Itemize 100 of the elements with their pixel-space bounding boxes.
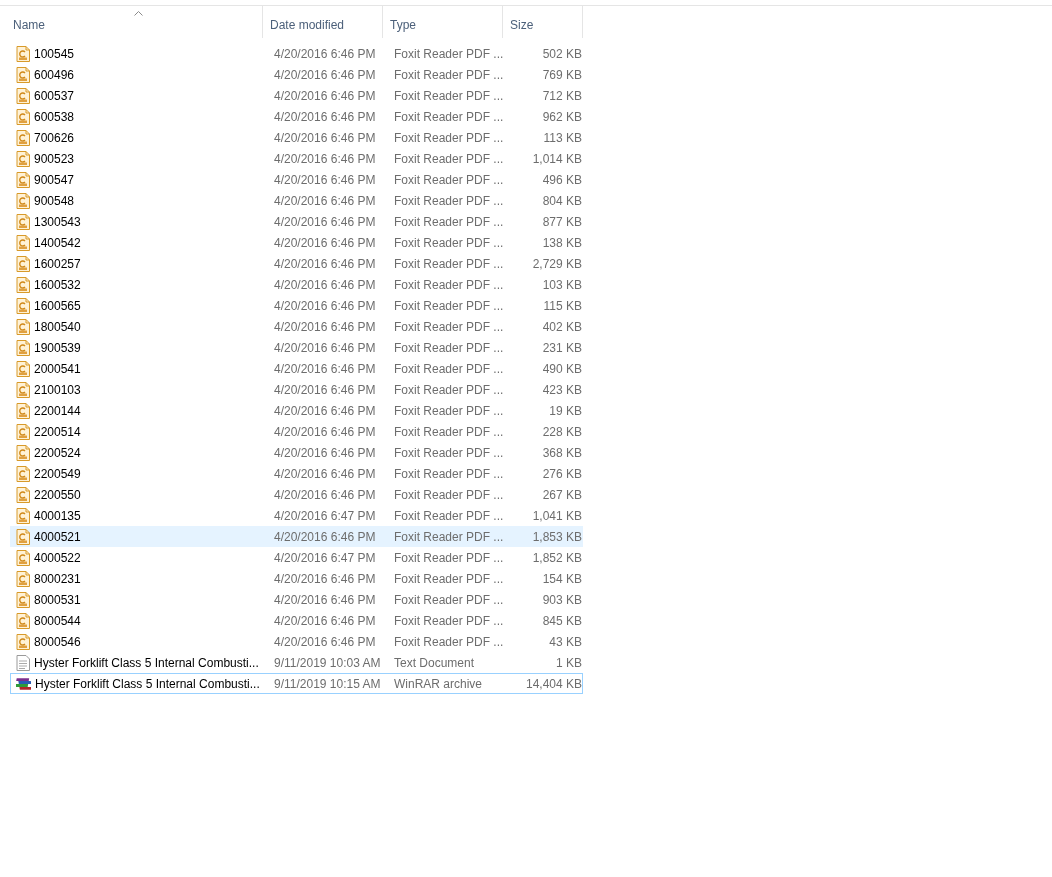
file-type: Foxit Reader PDF ... [393, 172, 505, 187]
file-type: Text Document [393, 655, 476, 670]
file-row[interactable]: 2100103 4/20/2016 6:46 PM Foxit Reader PDF ... 423 KB [10, 379, 583, 400]
file-type: Foxit Reader PDF ... [393, 256, 505, 271]
file-type: Foxit Reader PDF ... [393, 466, 505, 481]
column-header[interactable]: Name [6, 6, 263, 38]
pdf-file-icon [16, 465, 30, 482]
pdf-file-icon [16, 507, 30, 524]
file-name: 1600532 [34, 277, 81, 292]
file-row[interactable]: 600496 4/20/2016 6:46 PM Foxit Reader PDF ... 769 KB [10, 64, 583, 85]
pdf-file-icon [16, 402, 30, 419]
file-row[interactable]: 2200144 4/20/2016 6:46 PM Foxit Reader PDF ... 19 KB [10, 400, 583, 421]
date-modified: 4/20/2016 6:46 PM [273, 403, 377, 418]
file-size: 1 KB [555, 655, 582, 670]
file-row[interactable]: 4000135 4/20/2016 6:47 PM Foxit Reader PDF ... 1,041 KB [10, 505, 583, 526]
file-size: 19 KB [548, 403, 582, 418]
file-row[interactable]: 4000521 4/20/2016 6:46 PM Foxit Reader PDF ... 1,853 KB [10, 526, 583, 547]
file-name: 700626 [34, 130, 75, 145]
file-row[interactable]: 700626 4/20/2016 6:46 PM Foxit Reader PDF ... 113 KB [10, 127, 583, 148]
file-size: 769 KB [541, 67, 582, 82]
file-name: Hyster Forklift Class 5 Internal Combusti... [34, 655, 259, 670]
date-modified: 4/20/2016 6:46 PM [273, 172, 377, 187]
date-modified: 4/20/2016 6:46 PM [273, 445, 377, 460]
date-modified: 4/20/2016 6:46 PM [273, 613, 377, 628]
pdf-file-icon [16, 45, 30, 62]
file-row[interactable]: Hyster Forklift Class 5 Internal Combusti... 9/11/2019 10:15 AM WinRAR archive 14,404 KB [10, 673, 583, 694]
file-row[interactable]: 2200549 4/20/2016 6:46 PM Foxit Reader PDF ... 276 KB [10, 463, 583, 484]
column-header[interactable]: Date modified [263, 6, 383, 38]
file-type: Foxit Reader PDF ... [393, 487, 505, 502]
file-name: 1600565 [34, 298, 81, 313]
file-name: 8000546 [34, 634, 81, 649]
file-name: 8000231 [34, 571, 81, 586]
file-row[interactable]: 900523 4/20/2016 6:46 PM Foxit Reader PDF ... 1,014 KB [10, 148, 583, 169]
file-name: 2100103 [34, 382, 81, 397]
pdf-file-icon [16, 171, 30, 188]
file-row[interactable]: 4000522 4/20/2016 6:47 PM Foxit Reader PDF ... 1,852 KB [10, 547, 583, 568]
file-row[interactable]: 1900539 4/20/2016 6:46 PM Foxit Reader PDF ... 231 KB [10, 337, 583, 358]
date-modified: 4/20/2016 6:46 PM [273, 319, 377, 334]
file-row[interactable]: 2200550 4/20/2016 6:46 PM Foxit Reader PDF ... 267 KB [10, 484, 583, 505]
file-row[interactable]: 2200514 4/20/2016 6:46 PM Foxit Reader PDF ... 228 KB [10, 421, 583, 442]
pdf-file-icon [16, 66, 30, 83]
file-size: 423 KB [541, 382, 582, 397]
file-size: 962 KB [541, 109, 582, 124]
file-name: 1800540 [34, 319, 81, 334]
pdf-file-icon [16, 87, 30, 104]
file-type: Foxit Reader PDF ... [393, 88, 505, 103]
file-row[interactable]: 600538 4/20/2016 6:46 PM Foxit Reader PDF ... 962 KB [10, 106, 583, 127]
pdf-file-icon [16, 129, 30, 146]
file-size: 115 KB [542, 298, 582, 313]
file-row[interactable]: 1600532 4/20/2016 6:46 PM Foxit Reader PDF ... 103 KB [10, 274, 583, 295]
file-row[interactable]: 8000544 4/20/2016 6:46 PM Foxit Reader PDF ... 845 KB [10, 610, 583, 631]
pdf-file-icon [16, 381, 30, 398]
file-size: 712 KB [541, 88, 582, 103]
file-row[interactable]: Hyster Forklift Class 5 Internal Combusti... 9/11/2019 10:03 AM Text Document 1 KB [10, 652, 583, 673]
date-modified: 4/20/2016 6:46 PM [273, 487, 377, 502]
date-modified: 4/20/2016 6:46 PM [273, 466, 377, 481]
file-row[interactable]: 2000541 4/20/2016 6:46 PM Foxit Reader PDF ... 490 KB [10, 358, 583, 379]
date-modified: 4/20/2016 6:46 PM [273, 277, 377, 292]
file-size: 402 KB [541, 319, 582, 334]
file-size: 1,852 KB [531, 550, 582, 565]
file-row[interactable]: 900548 4/20/2016 6:46 PM Foxit Reader PDF ... 804 KB [10, 190, 583, 211]
file-type: Foxit Reader PDF ... [393, 214, 505, 229]
file-type: Foxit Reader PDF ... [393, 361, 505, 376]
file-type: Foxit Reader PDF ... [393, 445, 505, 460]
file-name: 2200524 [34, 445, 81, 460]
pdf-file-icon [16, 549, 30, 566]
pdf-file-icon [16, 234, 30, 251]
file-size: 267 KB [541, 487, 582, 502]
file-row[interactable]: 8000546 4/20/2016 6:46 PM Foxit Reader PDF ... 43 KB [10, 631, 583, 652]
file-type: Foxit Reader PDF ... [393, 277, 505, 292]
file-row[interactable]: 1800540 4/20/2016 6:46 PM Foxit Reader PDF ... 402 KB [10, 316, 583, 337]
date-modified: 4/20/2016 6:46 PM [273, 571, 377, 586]
file-row[interactable]: 8000531 4/20/2016 6:46 PM Foxit Reader PDF ... 903 KB [10, 589, 583, 610]
column-header[interactable]: Type [383, 6, 503, 38]
file-size: 276 KB [541, 466, 582, 481]
file-type: Foxit Reader PDF ... [393, 382, 505, 397]
file-type: Foxit Reader PDF ... [393, 424, 505, 439]
file-row[interactable]: 2200524 4/20/2016 6:46 PM Foxit Reader PDF ... 368 KB [10, 442, 583, 463]
file-row[interactable]: 8000231 4/20/2016 6:46 PM Foxit Reader PDF ... 154 KB [10, 568, 583, 589]
date-modified: 9/11/2019 10:03 AM [273, 655, 382, 670]
file-row[interactable]: 1300543 4/20/2016 6:46 PM Foxit Reader PDF ... 877 KB [10, 211, 583, 232]
file-row[interactable]: 1400542 4/20/2016 6:46 PM Foxit Reader PDF ... 138 KB [10, 232, 583, 253]
file-name: 100545 [34, 46, 75, 61]
date-modified: 4/20/2016 6:46 PM [273, 67, 377, 82]
file-name: 900523 [34, 151, 75, 166]
column-header[interactable]: Size [503, 6, 583, 38]
file-row[interactable]: 1600257 4/20/2016 6:46 PM Foxit Reader PDF ... 2,729 KB [10, 253, 583, 274]
pdf-file-icon [16, 486, 30, 503]
date-modified: 4/20/2016 6:46 PM [273, 151, 377, 166]
file-row[interactable]: 100545 4/20/2016 6:46 PM Foxit Reader PDF ... 502 KB [10, 43, 583, 64]
file-row[interactable]: 900547 4/20/2016 6:46 PM Foxit Reader PDF ... 496 KB [10, 169, 583, 190]
file-size: 496 KB [541, 172, 582, 187]
file-row[interactable]: 1600565 4/20/2016 6:46 PM Foxit Reader PDF ... 115 KB [10, 295, 583, 316]
file-type: Foxit Reader PDF ... [393, 67, 505, 82]
file-row[interactable]: 600537 4/20/2016 6:46 PM Foxit Reader PDF ... 712 KB [10, 85, 583, 106]
file-type: Foxit Reader PDF ... [393, 634, 505, 649]
pdf-file-icon [16, 318, 30, 335]
file-name: 2000541 [34, 361, 81, 376]
file-name: 8000531 [34, 592, 81, 607]
pdf-file-icon [16, 276, 30, 293]
